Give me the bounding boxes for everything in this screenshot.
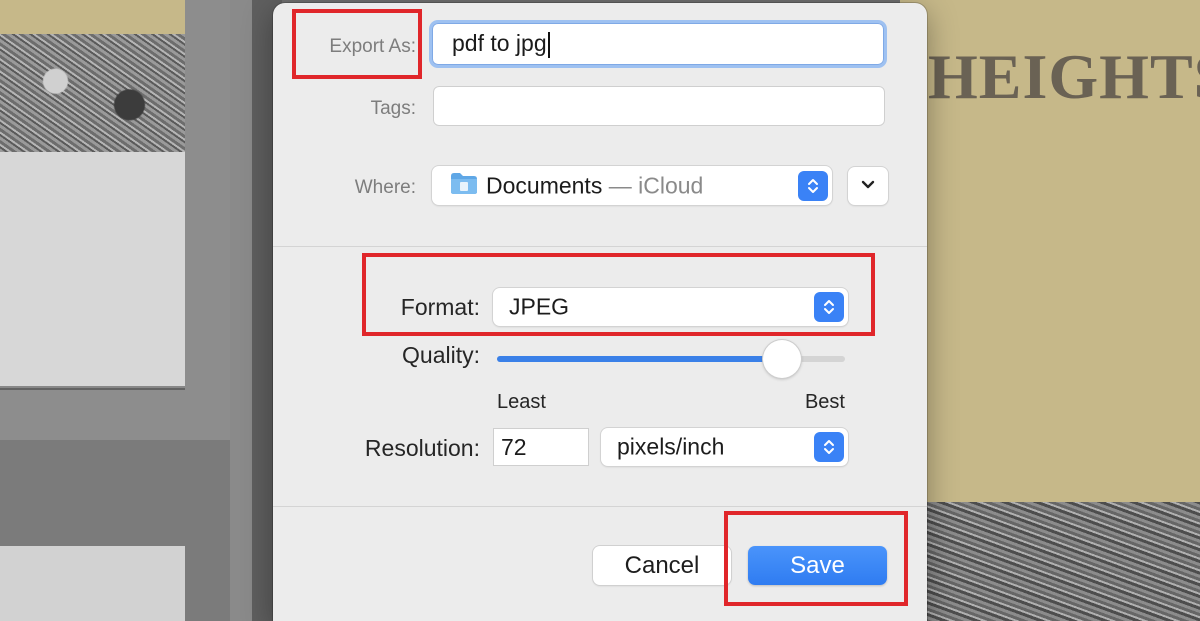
quality-slider-fill xyxy=(497,356,783,362)
where-location: Documents xyxy=(486,172,603,198)
background-card xyxy=(0,546,185,621)
background-strip xyxy=(230,0,252,621)
resolution-unit-value: pixels/inch xyxy=(617,433,725,460)
tags-field[interactable] xyxy=(433,86,885,126)
export-as-field[interactable]: pdf to jpg xyxy=(432,23,884,65)
resolution-stepper-icon xyxy=(814,432,844,462)
highlight-export-as xyxy=(292,9,422,79)
text-caret xyxy=(547,31,550,58)
background-photo-right xyxy=(900,502,1200,621)
expand-button[interactable] xyxy=(848,167,888,205)
where-popup[interactable]: Documents — iCloud xyxy=(432,166,832,205)
tags-label: Tags: xyxy=(370,98,416,119)
background-heading: HEIGHTS xyxy=(928,41,1200,112)
quality-min-label: Least xyxy=(497,391,546,413)
chevron-down-icon xyxy=(861,177,875,195)
divider xyxy=(273,246,927,247)
background-page xyxy=(0,152,185,388)
cancel-button[interactable]: Cancel xyxy=(593,546,731,585)
background-photo xyxy=(0,34,185,152)
folder-icon xyxy=(450,171,478,201)
resolution-field[interactable]: 72 xyxy=(493,428,589,466)
background-page-edge xyxy=(0,386,185,390)
where-stepper-icon xyxy=(798,170,828,201)
highlight-format xyxy=(362,253,875,336)
resolution-value: 72 xyxy=(501,434,527,460)
where-label: Where: xyxy=(354,177,416,198)
highlight-save xyxy=(724,511,908,606)
resolution-label: Resolution: xyxy=(364,435,480,461)
quality-slider-knob[interactable] xyxy=(763,340,802,378)
where-provider: — iCloud xyxy=(602,172,704,198)
quality-label: Quality: xyxy=(402,342,480,368)
divider xyxy=(273,506,927,507)
background-cream-strip xyxy=(0,0,185,34)
quality-max-label: Best xyxy=(804,391,845,413)
export-as-value: pdf to jpg xyxy=(452,30,547,56)
resolution-unit-popup[interactable]: pixels/inch xyxy=(601,428,848,466)
